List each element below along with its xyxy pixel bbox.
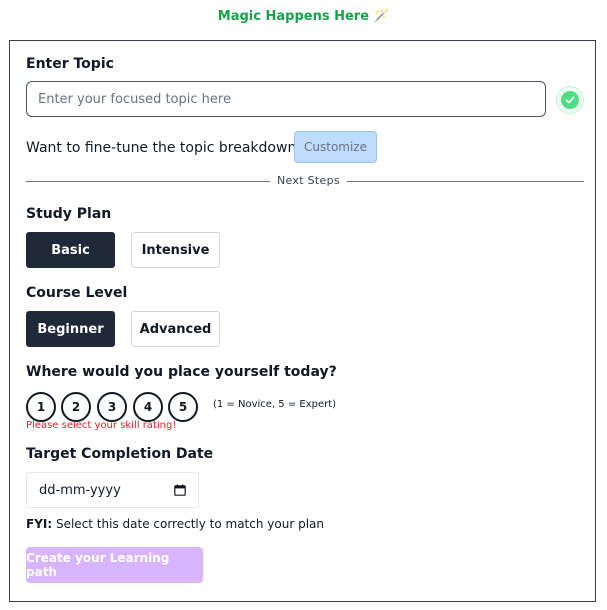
skill-rating-hint: (1 = Novice, 5 = Expert): [213, 399, 337, 410]
finetune-question: Want to fine-tune the topic breakdown?: [26, 140, 304, 156]
study-plan-intensive-button[interactable]: Intensive: [131, 232, 220, 268]
fyi-prefix: FYI:: [26, 517, 53, 531]
target-date-placeholder: dd-mm-yyyy: [39, 482, 121, 498]
course-level-advanced-button[interactable]: Advanced: [131, 311, 220, 347]
customize-button[interactable]: Customize: [294, 131, 377, 163]
topic-label: Enter Topic: [26, 56, 114, 72]
app-header: Magic Happens Here 🪄: [0, 9, 607, 24]
study-plan-label: Study Plan: [26, 206, 112, 222]
app-title: Magic Happens Here: [217, 9, 370, 24]
create-learning-path-button[interactable]: Create your Learning path: [26, 547, 203, 583]
skill-question: Where would you place yourself today?: [26, 364, 337, 380]
fyi-text: Select this date correctly to match your…: [52, 517, 324, 531]
magic-wand-icon: 🪄: [373, 9, 390, 24]
course-level-beginner-button[interactable]: Beginner: [26, 311, 115, 347]
skill-error-message: Please select your skill rating!: [26, 420, 177, 431]
target-date-input[interactable]: dd-mm-yyyy: [26, 472, 199, 508]
skill-rating-4[interactable]: 4: [133, 392, 163, 422]
divider-label: Next Steps: [270, 174, 347, 187]
check-circle-icon: [556, 86, 584, 114]
skill-rating-1[interactable]: 1: [26, 392, 56, 422]
course-level-label: Course Level: [26, 285, 128, 301]
topic-input[interactable]: [26, 81, 546, 117]
skill-rating-3[interactable]: 3: [97, 392, 127, 422]
fyi-note: FYI: Select this date correctly to match…: [26, 517, 324, 531]
form-card: Enter Topic Want to fine-tune the topic …: [9, 40, 596, 602]
calendar-icon[interactable]: [174, 484, 186, 496]
study-plan-basic-button[interactable]: Basic: [26, 232, 115, 268]
skill-rating-2[interactable]: 2: [61, 392, 91, 422]
target-date-label: Target Completion Date: [26, 446, 214, 462]
skill-rating-5[interactable]: 5: [168, 392, 198, 422]
